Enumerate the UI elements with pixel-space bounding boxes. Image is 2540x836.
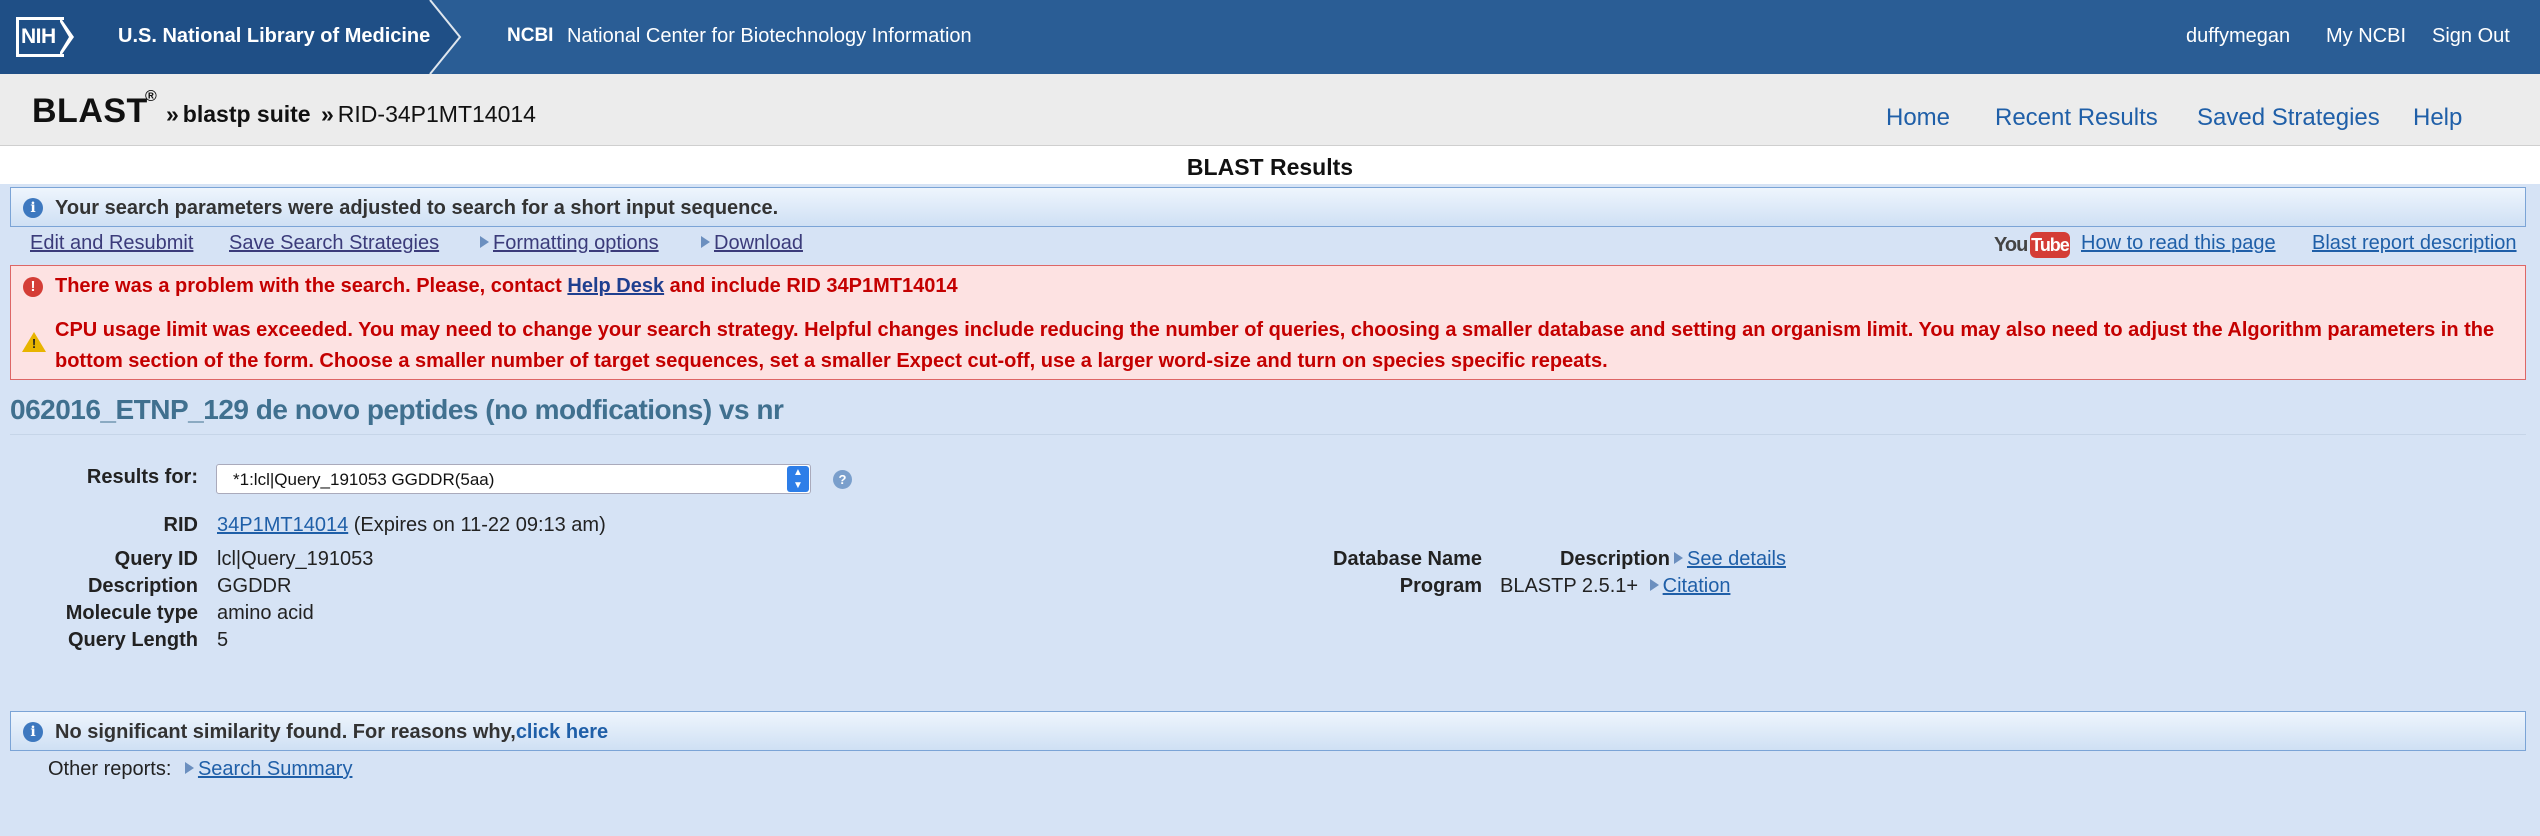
search-summary-link[interactable]: Search Summary	[198, 758, 353, 780]
results-for-value: *1:lcl|Query_191053 GGDDR(5aa)	[233, 470, 495, 489]
query-id-label: Query ID	[114, 548, 198, 570]
error-line: There was a problem with the search. Ple…	[55, 275, 958, 298]
breadcrumb: » blastp suite » RID-34P1MT14014	[162, 101, 536, 128]
query-length-value: 5	[217, 629, 229, 651]
program-name: BLASTP 2.5.1+	[1500, 575, 1639, 597]
nav-home[interactable]: Home	[1886, 104, 1950, 132]
nlm-link[interactable]: U.S. National Library of Medicine	[118, 25, 430, 48]
nih-logo-text: NIH	[21, 25, 56, 48]
results-for-select[interactable]: *1:lcl|Query_191053 GGDDR(5aa) ▲ ▼	[216, 464, 811, 494]
notice-text: Your search parameters were adjusted to …	[55, 197, 779, 219]
ncbi-link[interactable]: National Center for Biotechnology Inform…	[567, 25, 972, 48]
triangle-right-icon	[701, 236, 710, 248]
youtube-you-text: You	[1994, 234, 2028, 256]
help-desk-link[interactable]: Help Desk	[567, 275, 664, 297]
description-value: GGDDR	[217, 575, 292, 597]
breadcrumb-separator: »	[166, 101, 179, 127]
help-icon[interactable]: ?	[833, 470, 852, 489]
error-text-post: and include RID 34P1MT14014	[664, 275, 958, 297]
triangle-right-icon	[184, 762, 194, 774]
report-description-link[interactable]: Blast report description	[2312, 232, 2517, 255]
rid-value: 34P1MT14014 (Expires on 11-22 09:13 am)	[217, 514, 606, 537]
error-icon: !	[23, 277, 43, 297]
rid-expires: (Expires on 11-22 09:13 am)	[353, 514, 606, 536]
program-value: BLASTP 2.5.1+ Citation	[1500, 575, 1730, 598]
sign-out-link[interactable]: Sign Out	[2432, 25, 2510, 48]
info-icon: i	[23, 198, 43, 218]
formatting-options-label: Formatting options	[493, 232, 659, 254]
breadcrumb-separator: »	[321, 101, 334, 127]
warning-icon-mark: !	[31, 336, 37, 351]
download-toggle[interactable]: Download	[701, 232, 803, 255]
ncbi-abbr[interactable]: NCBI	[507, 25, 553, 47]
blast-header: BLAST ® » blastp suite » RID-34P1MT14014 H…	[0, 74, 2540, 146]
nav-saved-strategies[interactable]: Saved Strategies	[2197, 104, 2380, 132]
query-id-value: lcl|Query_191053	[217, 548, 374, 570]
registered-mark: ®	[145, 88, 157, 105]
edit-resubmit-link[interactable]: Edit and Resubmit	[30, 232, 193, 255]
chevron-divider	[429, 0, 462, 74]
formatting-options-toggle[interactable]: Formatting options	[480, 232, 659, 255]
no-similarity-text: No significant similarity found. For rea…	[55, 721, 608, 744]
results-toolbar: Edit and Resubmit Save Search Strategies…	[0, 230, 2540, 260]
database-name-label: Database Name	[1333, 548, 1482, 570]
my-ncbi-link[interactable]: My NCBI	[2326, 25, 2406, 48]
click-here-link[interactable]: click here	[516, 721, 608, 743]
nih-logo[interactable]: NIH	[16, 17, 76, 57]
info-icon: i	[23, 722, 43, 742]
triangle-right-icon	[480, 236, 489, 248]
results-title-bar: BLAST Results	[0, 146, 2540, 184]
youtube-tube-text: Tube	[2030, 232, 2070, 258]
triangle-right-icon	[1674, 552, 1683, 564]
search-title: 062016_ETNP_129 de novo peptides (no mod…	[10, 394, 784, 425]
triangle-right-icon	[1649, 579, 1659, 591]
nav-recent-results[interactable]: Recent Results	[1995, 104, 2158, 132]
database-description-label: Description	[1559, 548, 1670, 570]
breadcrumb-suite[interactable]: blastp suite	[183, 101, 311, 127]
select-arrows-icon: ▲ ▼	[787, 466, 809, 492]
cpu-limit-warning: CPU usage limit was exceeded. You may ne…	[55, 319, 2495, 372]
see-details-link[interactable]: See details	[1687, 548, 1786, 570]
nih-top-bar: NIH U.S. National Library of Medicine NC…	[0, 0, 2540, 74]
molecule-type-value: amino acid	[217, 602, 314, 624]
breadcrumb-rid: RID-34P1MT14014	[337, 101, 536, 127]
program-label: Program	[1399, 575, 1482, 597]
other-reports-label: Other reports:	[48, 758, 172, 780]
notice-banner: i Your search parameters were adjusted t…	[10, 187, 2526, 227]
rid-link[interactable]: 34P1MT14014	[217, 514, 348, 536]
rid-label: RID	[163, 514, 198, 536]
error-message-box: ! There was a problem with the search. P…	[10, 265, 2526, 380]
results-for-label: Results for:	[86, 466, 198, 488]
how-to-read-link[interactable]: How to read this page	[2081, 232, 2276, 255]
query-length-label: Query Length	[67, 629, 198, 651]
error-text-pre: There was a problem with the search. Ple…	[55, 275, 568, 297]
blast-logo[interactable]: BLAST	[32, 92, 148, 131]
nih-logo-arrow-inner	[60, 22, 69, 52]
description-label: Description	[87, 575, 198, 597]
user-account-link[interactable]: duffymegan	[2186, 25, 2290, 48]
no-similarity-message: No significant similarity found. For rea…	[55, 721, 516, 743]
other-reports: Other reports: Search Summary	[48, 758, 352, 781]
see-details-toggle[interactable]: See details	[1674, 548, 1786, 571]
save-strategies-link[interactable]: Save Search Strategies	[229, 232, 439, 255]
nav-help[interactable]: Help	[2413, 104, 2462, 132]
molecule-type-label: Molecule type	[65, 602, 198, 624]
no-similarity-banner: i No significant similarity found. For r…	[10, 711, 2526, 751]
citation-link[interactable]: Citation	[1663, 575, 1731, 597]
divider	[10, 434, 2526, 435]
download-label: Download	[714, 232, 803, 254]
page-title: BLAST Results	[1186, 154, 1354, 180]
